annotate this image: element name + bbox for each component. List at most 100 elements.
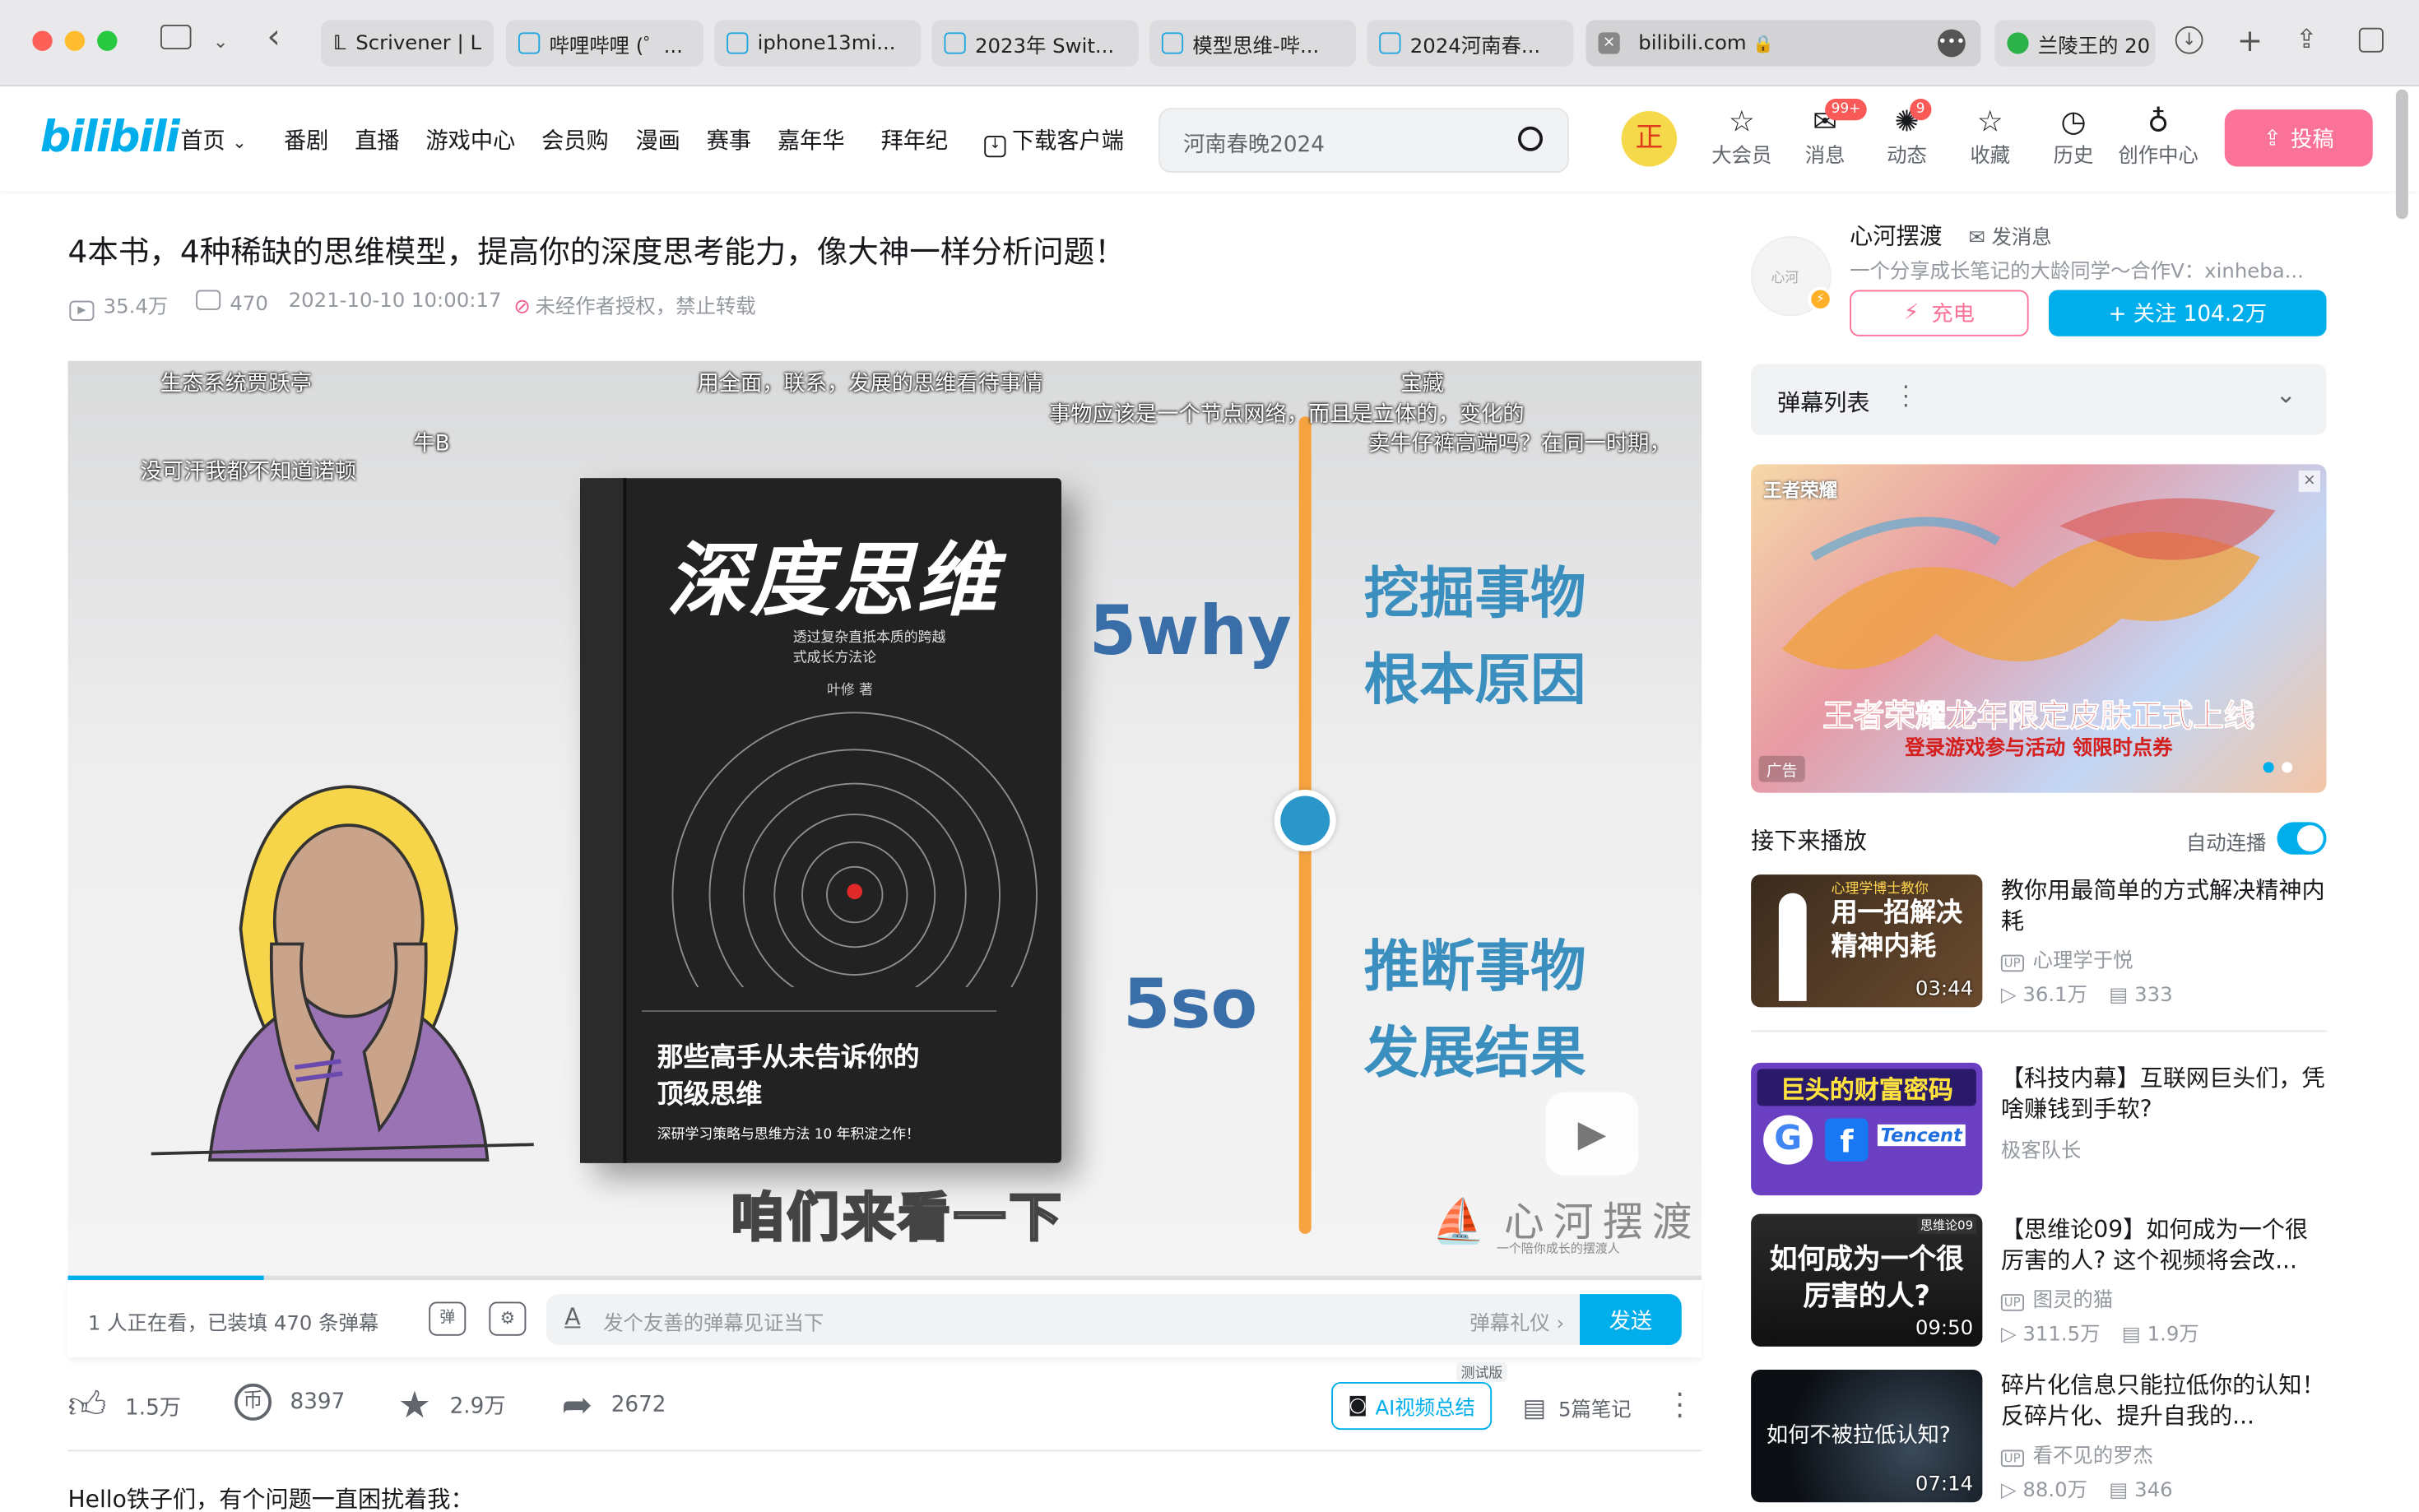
carousel-dot[interactable] — [2282, 762, 2293, 773]
share-icon[interactable]: ⇪ — [2296, 25, 2318, 56]
danmaku-toggle-icon[interactable]: 弹 — [429, 1301, 467, 1336]
send-message-link[interactable]: ✉ 发消息 — [1969, 220, 2052, 250]
user-avatar[interactable]: 正 — [1621, 111, 1678, 167]
favorite-button[interactable]: ☆ 收藏 — [1957, 105, 2025, 169]
rec-author[interactable]: UP 心理学于悦 — [2000, 944, 2133, 973]
autoplay-toggle[interactable] — [2277, 822, 2327, 855]
creator-center-button[interactable]: ♁ 创作中心 — [2114, 105, 2203, 169]
danmaku-icon: ▤ — [2109, 984, 2135, 1008]
like-button[interactable]: 👍︎ 1.5万 — [68, 1384, 182, 1428]
font-style-icon[interactable]: A — [564, 1303, 580, 1331]
send-danmaku-button[interactable]: 发送 — [1580, 1294, 1682, 1345]
danmaku-input[interactable]: 发个友善的弹幕见证当下 — [603, 1306, 824, 1336]
rec-title[interactable]: 【科技内幕】互联网巨头们，凭啥赚钱到手软? — [2001, 1063, 2327, 1125]
carousel-dot[interactable] — [2263, 762, 2274, 773]
close-tab-icon[interactable]: × — [1598, 32, 1620, 54]
nav-anime[interactable]: 番剧 — [284, 123, 328, 155]
rec-title[interactable]: 【思维论09】如何成为一个很厉害的人? 这个视频将会改... — [2001, 1214, 2327, 1276]
tab-iphone[interactable]: iphone13mi... — [714, 20, 922, 67]
search-input[interactable]: 河南春晚2024 — [1183, 128, 1325, 160]
game-ad-banner[interactable]: 王者荣耀 × 王者荣耀龙年限定皮肤正式上线 登录游戏参与活动 领限时点券 广告 — [1751, 464, 2327, 793]
nav-mall[interactable]: 会员购 — [541, 123, 609, 155]
message-button[interactable]: ✉ 消息 99+ — [1791, 99, 1867, 168]
video-subtitle: 咱们来看一下 — [730, 1186, 1065, 1250]
rec-thumbnail[interactable]: 巨头的财富密码 G f Tencent — [1751, 1062, 1983, 1196]
chevron-down-icon[interactable]: ⌄ — [2276, 379, 2296, 409]
play-icon: ▷ — [2000, 984, 2023, 1008]
back-icon[interactable]: ‹ — [267, 19, 281, 58]
danmaku-icon — [196, 290, 221, 310]
tab-overview-icon[interactable] — [2358, 27, 2384, 53]
nav-manga[interactable]: 漫画 — [636, 123, 680, 155]
tab-bilibili-home[interactable]: 哔哩哔哩 (゜... — [506, 20, 703, 67]
vip-button[interactable]: ☆ 大会员 — [1708, 105, 1776, 169]
chevron-down-icon[interactable]: ⌄ — [213, 31, 229, 53]
timeline-node — [1274, 790, 1336, 851]
tab-label: 2024河南春... — [1409, 35, 1541, 58]
rec-danmaku: 1.9万 — [2147, 1323, 2199, 1347]
search-bar[interactable]: 河南春晚2024 — [1158, 108, 1569, 173]
video-player[interactable]: 深度思维 透过复杂直抵本质的跨越式成长方法论 叶修 著 那些高手从未告诉你的顶级… — [67, 360, 1702, 1281]
recommendation-card[interactable]: 思维论09 如何成为一个很厉害的人? 09:50 【思维论09】如何成为一个很厉… — [1751, 1213, 2327, 1347]
nav-home[interactable]: 首页 ⌄ — [180, 123, 246, 155]
more-actions-icon[interactable]: · · · — [1675, 1381, 1684, 1431]
coin-button[interactable]: 币 8397 — [234, 1383, 345, 1421]
download-icon[interactable]: ↓ — [2175, 26, 2203, 54]
follow-button[interactable]: + 关注 104.2万 — [2049, 290, 2327, 336]
rec-author[interactable]: UP 看不见的罗杰 — [2000, 1439, 2153, 1468]
rec-title[interactable]: 碎片化信息只能拉低你的认知！反碎片化、提升自我的... — [2001, 1370, 2327, 1431]
rec-title[interactable]: 教你用最简单的方式解决精神内耗 — [2001, 874, 2327, 936]
nav-new-year[interactable]: 拜年纪 — [881, 123, 949, 155]
danmaku-input-box[interactable]: A 发个友善的弹幕见证当下 弹幕礼仪 › 发送 — [546, 1294, 1682, 1345]
notes-button[interactable]: ▤ 5篇笔记 — [1523, 1393, 1632, 1422]
star-icon: ★ — [397, 1383, 432, 1427]
tab-lanling[interactable]: 兰陵王的 20 — [1994, 20, 2156, 67]
ai-summary-button[interactable]: ◙ AI视频总结 — [1331, 1382, 1493, 1431]
tab-henan[interactable]: 2024河南春... — [1367, 20, 1574, 67]
nav-game-center[interactable]: 游戏中心 — [426, 123, 516, 155]
rec-author[interactable]: 极客队长 — [2001, 1134, 2082, 1163]
bilibili-tv-icon[interactable]: ▶ — [1545, 1092, 1639, 1176]
zoom-window-button[interactable] — [97, 30, 118, 51]
rec-thumbnail[interactable]: 思维论09 如何成为一个很厉害的人? 09:50 — [1751, 1213, 1983, 1347]
rec-thumbnail[interactable]: 心理学博士教你 用一招解决 精神内耗 03:44 — [1751, 874, 1983, 1008]
page-scrollbar[interactable] — [2395, 89, 2408, 220]
upload-button[interactable]: ⇪ 投稿 — [2224, 109, 2373, 167]
favorite-video-button[interactable]: ★ 2.9万 — [398, 1384, 506, 1427]
recommendation-card[interactable]: 如何不被拉低认知? 07:14 碎片化信息只能拉低你的认知！反碎片化、提升自我的… — [1751, 1370, 2327, 1503]
tab-scrivener[interactable]: 𝕃 Scrivener | L — [321, 20, 494, 67]
search-icon[interactable] — [1518, 126, 1543, 151]
tab-model-thinking[interactable]: 模型思维-哔... — [1149, 20, 1357, 67]
new-tab-icon[interactable]: + — [2237, 21, 2263, 58]
uploader-name[interactable]: 心河摆渡 — [1850, 219, 1943, 251]
charge-button[interactable]: ⚡ 充电 — [1850, 290, 2029, 336]
sidebar-toggle-icon[interactable] — [160, 25, 192, 49]
bilibili-logo[interactable]: bilibili — [40, 111, 180, 162]
rec-author[interactable]: UP 图灵的猫 — [2000, 1283, 2113, 1313]
more-options-icon[interactable]: · · · — [1902, 376, 1910, 418]
recommendation-card[interactable]: 心理学博士教你 用一招解决 精神内耗 03:44 教你用最简单的方式解决精神内耗… — [1751, 874, 2327, 1008]
history-button[interactable]: ◷ 历史 — [2040, 105, 2108, 169]
danmaku-settings-icon[interactable]: ⚙ — [489, 1301, 527, 1336]
bilibili-tab-icon — [518, 32, 541, 54]
favorite-icon: ☆ — [1976, 104, 2003, 139]
tab-current-bilibili[interactable]: × bilibili.com 🔒 ••• — [1586, 20, 1981, 67]
nav-esports[interactable]: 赛事 — [707, 123, 751, 155]
rec-thumbnail[interactable]: 如何不被拉低认知? 07:14 — [1751, 1370, 1983, 1503]
dynamic-button[interactable]: ✺ 动态 9 — [1873, 99, 1941, 168]
uploader-avatar[interactable]: 心河 ⚡ — [1751, 235, 1833, 317]
nav-download-client[interactable]: ↓ 下载客户端 — [984, 123, 1124, 158]
nav-live[interactable]: 直播 — [355, 123, 399, 155]
share-video-button[interactable]: ➦ 2672 — [562, 1384, 666, 1427]
nav-carnival[interactable]: 嘉年华 — [778, 123, 845, 155]
close-window-button[interactable] — [32, 30, 53, 51]
minimize-window-button[interactable] — [64, 30, 86, 51]
rec-danmaku: 346 — [2134, 1479, 2173, 1503]
more-icon[interactable]: ••• — [1938, 29, 1966, 58]
recommendation-card[interactable]: 巨头的财富密码 G f Tencent 【科技内幕】互联网巨头们，凭啥赚钱到手软… — [1751, 1062, 2327, 1196]
rec-duration: 07:14 — [1915, 1473, 1974, 1496]
danmaku-list-panel[interactable]: 弹幕列表 · · · ⌄ — [1751, 364, 2327, 435]
tab-switch[interactable]: 2023年 Swit... — [931, 20, 1139, 67]
danmaku-etiquette-link[interactable]: 弹幕礼仪 › — [1470, 1306, 1564, 1336]
close-ad-icon[interactable]: × — [2298, 470, 2320, 493]
